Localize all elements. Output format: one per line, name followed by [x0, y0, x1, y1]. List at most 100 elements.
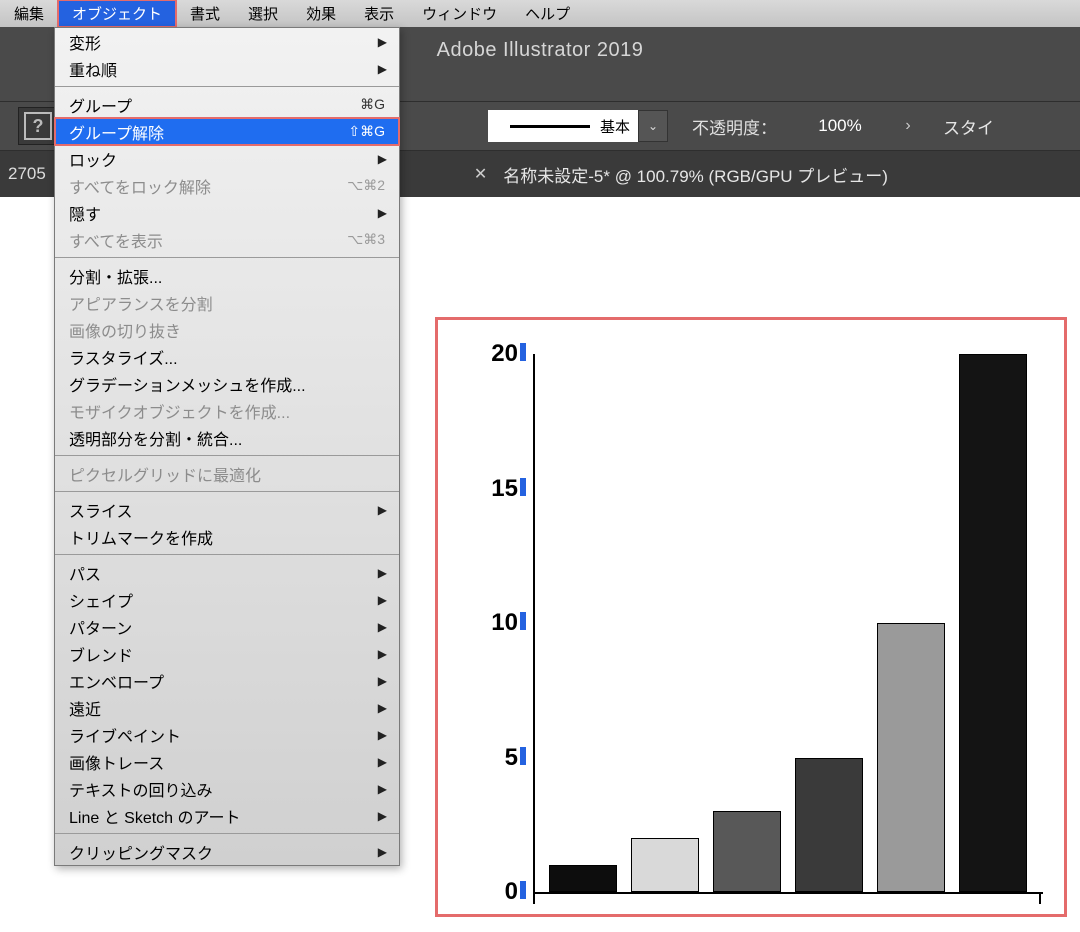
menu-item[interactable]: パス▶ [55, 559, 399, 586]
menu-item-label: 隠す [69, 201, 385, 225]
menu-item[interactable]: ライブペイント▶ [55, 721, 399, 748]
y-tick-label: 10 [478, 609, 526, 637]
menu-item[interactable]: トリムマークを作成 [55, 523, 399, 550]
submenu-arrow-icon: ▶ [378, 503, 387, 517]
menu-item[interactable]: グラデーションメッシュを作成... [55, 370, 399, 397]
close-tab-icon[interactable]: ✕ [474, 164, 487, 184]
menu-item-label: パス [69, 561, 385, 585]
menu-separator [55, 455, 399, 456]
menu-item-label: すべてを表示 [69, 228, 347, 252]
bar[interactable] [959, 354, 1027, 892]
menu-item[interactable]: 分割・拡張... [55, 262, 399, 289]
menu-item: アピアランスを分割 [55, 289, 399, 316]
tabbar-left-info: 2705 [8, 164, 46, 184]
submenu-arrow-icon: ▶ [378, 35, 387, 49]
stroke-label: 基本 [600, 116, 630, 137]
stroke-preview[interactable]: 基本 [488, 110, 638, 142]
menu-item-label: シェイプ [69, 588, 385, 612]
x-tick [533, 892, 535, 904]
menu-item-label: ライブペイント [69, 723, 385, 747]
menu-shortcut: ⌥⌘3 [347, 231, 385, 248]
bar[interactable] [549, 865, 617, 892]
submenu-arrow-icon: ▶ [378, 152, 387, 166]
menu-item[interactable]: 隠す▶ [55, 199, 399, 226]
menu-ウィンドウ[interactable]: ウィンドウ [408, 0, 511, 27]
menu-item[interactable]: グループ⌘G [55, 91, 399, 118]
stroke-dropdown-icon[interactable]: ⌄ [638, 110, 668, 142]
submenu-arrow-icon: ▶ [378, 845, 387, 859]
canvas-selection[interactable]: 05101520 [435, 317, 1067, 917]
submenu-arrow-icon: ▶ [378, 206, 387, 220]
stroke-style-selector[interactable]: 基本 ⌄ [488, 110, 668, 142]
menu-item[interactable]: 画像トレース▶ [55, 748, 399, 775]
menu-item[interactable]: スライス▶ [55, 496, 399, 523]
object-menu-dropdown: 変形▶重ね順▶グループ⌘Gグループ解除⇧⌘Gロック▶すべてをロック解除⌥⌘2隠す… [54, 27, 400, 866]
menu-item[interactable]: 遠近▶ [55, 694, 399, 721]
bar-chart: 05101520 [438, 320, 1064, 914]
bar[interactable] [713, 811, 781, 892]
menu-item-label: スライス [69, 498, 385, 522]
menu-item-label: Line と Sketch のアート [69, 804, 385, 828]
menu-item-label: ラスタライズ... [69, 345, 385, 369]
menu-item-label: グループ [69, 93, 360, 117]
menu-選択[interactable]: 選択 [234, 0, 292, 27]
menu-item-label: アピアランスを分割 [69, 291, 385, 315]
menu-item[interactable]: ラスタライズ... [55, 343, 399, 370]
document-tab-label: 名称未設定-5* @ 100.79% (RGB/GPU プレビュー) [503, 162, 888, 187]
bar[interactable] [631, 838, 699, 892]
opacity-value[interactable]: 100% [795, 110, 885, 142]
menu-item[interactable]: 変形▶ [55, 28, 399, 55]
menu-item[interactable]: 重ね順▶ [55, 55, 399, 82]
x-tick [1039, 892, 1041, 904]
menu-item[interactable]: ブレンド▶ [55, 640, 399, 667]
menu-separator [55, 554, 399, 555]
submenu-arrow-icon: ▶ [378, 701, 387, 715]
menu-item-label: 画像の切り抜き [69, 318, 385, 342]
menu-item-label: グループ解除 [69, 120, 348, 144]
menu-item[interactable]: グループ解除⇧⌘G [55, 118, 399, 145]
menu-item-label: 重ね順 [69, 57, 385, 81]
document-tab[interactable]: ✕ 名称未設定-5* @ 100.79% (RGB/GPU プレビュー) [456, 151, 906, 197]
opacity-chevron-icon[interactable]: › [895, 110, 921, 142]
menu-item[interactable]: ロック▶ [55, 145, 399, 172]
bar[interactable] [877, 623, 945, 892]
submenu-arrow-icon: ▶ [378, 620, 387, 634]
menu-item[interactable]: シェイプ▶ [55, 586, 399, 613]
submenu-arrow-icon: ▶ [378, 593, 387, 607]
mac-menubar: 編集オブジェクト書式選択効果表示ウィンドウヘルプ [0, 0, 1080, 27]
menu-item: 画像の切り抜き [55, 316, 399, 343]
menu-ヘルプ[interactable]: ヘルプ [511, 0, 584, 27]
menu-item-label: 画像トレース [69, 750, 385, 774]
menu-item: すべてをロック解除⌥⌘2 [55, 172, 399, 199]
menu-shortcut: ⌥⌘2 [347, 177, 385, 194]
menu-書式[interactable]: 書式 [176, 0, 234, 27]
menu-item[interactable]: Line と Sketch のアート▶ [55, 802, 399, 829]
submenu-arrow-icon: ▶ [378, 782, 387, 796]
menu-shortcut: ⌘G [360, 96, 385, 113]
menu-item: すべてを表示⌥⌘3 [55, 226, 399, 253]
submenu-arrow-icon: ▶ [378, 728, 387, 742]
y-tick-label: 0 [478, 878, 526, 906]
menu-separator [55, 833, 399, 834]
menu-item[interactable]: パターン▶ [55, 613, 399, 640]
menu-item-label: エンベロープ [69, 669, 385, 693]
menu-編集[interactable]: 編集 [0, 0, 58, 27]
menu-効果[interactable]: 効果 [292, 0, 350, 27]
bar[interactable] [795, 758, 863, 893]
menu-item[interactable]: エンベロープ▶ [55, 667, 399, 694]
help-icon[interactable]: ? [18, 107, 58, 145]
submenu-arrow-icon: ▶ [378, 566, 387, 580]
x-axis-line [533, 892, 1043, 894]
submenu-arrow-icon: ▶ [378, 62, 387, 76]
menu-item[interactable]: テキストの回り込み▶ [55, 775, 399, 802]
menu-item-label: 遠近 [69, 696, 385, 720]
menu-item-label: テキストの回り込み [69, 777, 385, 801]
style-label: スタイ [943, 114, 994, 139]
menu-item-label: グラデーションメッシュを作成... [69, 372, 385, 396]
menu-item[interactable]: クリッピングマスク▶ [55, 838, 399, 865]
menu-item[interactable]: 透明部分を分割・統合... [55, 424, 399, 451]
menu-item: モザイクオブジェクトを作成... [55, 397, 399, 424]
menu-表示[interactable]: 表示 [350, 0, 408, 27]
menu-オブジェクト[interactable]: オブジェクト [58, 0, 176, 27]
menu-separator [55, 257, 399, 258]
